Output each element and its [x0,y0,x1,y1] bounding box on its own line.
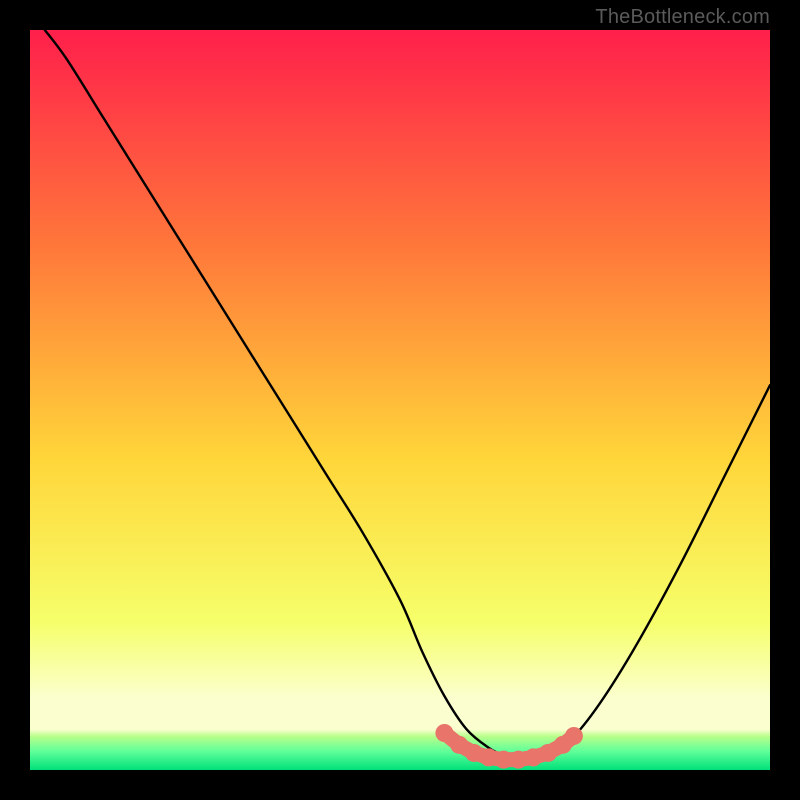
bottleneck-curve [45,30,770,759]
marker-dot [435,724,453,742]
plot-area [30,30,770,770]
bottom-marker-cluster [435,724,583,769]
curve-layer [30,30,770,770]
chart-frame: TheBottleneck.com [0,0,800,800]
marker-dot [565,727,583,745]
watermark-text: TheBottleneck.com [595,6,770,29]
